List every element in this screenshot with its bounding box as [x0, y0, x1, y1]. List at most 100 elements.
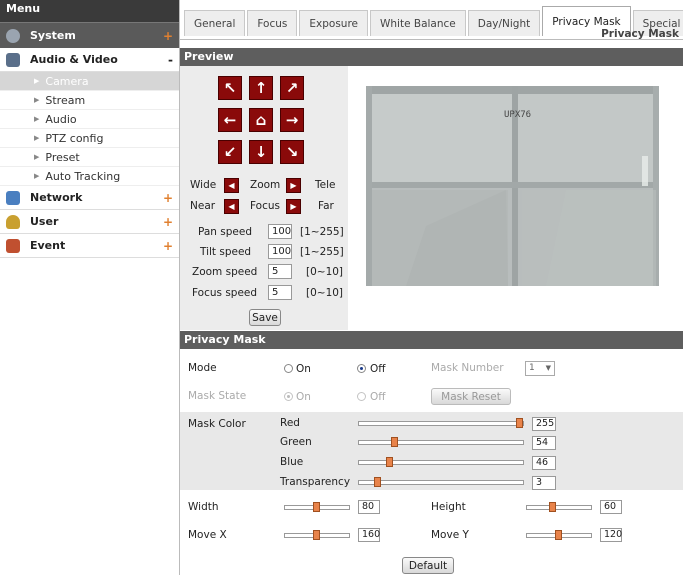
transparency-value-input[interactable]: 3: [532, 476, 556, 490]
expand-icon: +: [162, 190, 173, 205]
move-down-button[interactable]: ↓: [249, 140, 273, 164]
triangle-right-icon: ▶: [34, 134, 40, 142]
tilt-speed-input[interactable]: 100: [268, 244, 292, 259]
focus-speed-input[interactable]: 5: [268, 285, 292, 300]
mask-reset-button[interactable]: Mask Reset: [431, 388, 511, 405]
arrow-left-icon: ←: [223, 110, 237, 129]
sidebar-item-network[interactable]: Network +: [0, 186, 179, 210]
sidebar-subitem-audio[interactable]: ▶ Audio: [0, 110, 179, 129]
focus-far-button[interactable]: ▶: [286, 199, 301, 214]
zoom-tele-button[interactable]: ▶: [286, 178, 301, 193]
transparency-slider[interactable]: [358, 480, 524, 485]
focus-near-button[interactable]: ◀: [224, 199, 239, 214]
move-right-button[interactable]: →: [280, 108, 304, 132]
network-icon: [6, 190, 20, 205]
height-slider-knob[interactable]: [549, 502, 557, 512]
sidebar-item-label: Audio & Video: [30, 53, 118, 66]
sidebar-item-label: Network: [30, 191, 83, 204]
arrow-up-right-icon: ↗: [285, 78, 299, 97]
focus-speed-range: [0~10]: [306, 287, 344, 299]
mask-state-off-radio[interactable]: [357, 392, 366, 401]
tab-day-night[interactable]: Day/Night: [467, 10, 541, 36]
sidebar-item-system[interactable]: System +: [0, 22, 179, 48]
tab-general[interactable]: General: [184, 10, 246, 36]
blue-value-input[interactable]: 46: [532, 456, 556, 470]
mode-on-radio[interactable]: [284, 364, 293, 373]
sidebar-subitem-label: Audio: [45, 112, 77, 126]
red-label: Red: [280, 417, 300, 429]
ptz-control-panel: ↖ ↑ ↗ ← ⌂ → ↙ ↓ ↘ Wide ◀ Zoom ▶ Tele Nea…: [180, 66, 348, 330]
sidebar-subitem-label: Preset: [45, 150, 80, 164]
red-slider-knob[interactable]: [516, 418, 523, 428]
zoom-wide-button[interactable]: ◀: [224, 178, 239, 193]
sidebar-subitem-auto-tracking[interactable]: ▶ Auto Tracking: [0, 167, 179, 186]
sidebar-item-event[interactable]: Event +: [0, 234, 179, 258]
camera-overlay-text: UPX76: [504, 110, 532, 120]
move-x-label: Move X: [188, 529, 227, 541]
height-value-input[interactable]: 60: [600, 500, 622, 514]
mask-number-select[interactable]: 1 ▼: [525, 361, 555, 376]
mask-state-on-radio[interactable]: [284, 392, 293, 401]
expand-icon: +: [162, 238, 173, 253]
arrow-down-icon: ↓: [254, 142, 268, 161]
zoom-speed-input[interactable]: 5: [268, 264, 292, 279]
green-slider-knob[interactable]: [391, 437, 399, 447]
sidebar-subitem-preset[interactable]: ▶ Preset: [0, 148, 179, 167]
move-up-left-button[interactable]: ↖: [218, 76, 242, 100]
sidebar-item-label: Event: [30, 239, 66, 252]
move-down-left-button[interactable]: ↙: [218, 140, 242, 164]
arrow-down-left-icon: ↙: [223, 142, 237, 161]
sidebar-subitem-stream[interactable]: ▶ Stream: [0, 91, 179, 110]
height-label: Height: [431, 501, 466, 513]
tab-exposure[interactable]: Exposure: [299, 10, 368, 36]
blue-slider[interactable]: [358, 460, 524, 465]
tab-white-balance[interactable]: White Balance: [370, 10, 466, 36]
save-button[interactable]: Save: [249, 309, 281, 326]
red-value-input[interactable]: 255: [532, 417, 556, 431]
tab-focus[interactable]: Focus: [247, 10, 298, 36]
default-button[interactable]: Default: [402, 557, 454, 574]
preview-section-header: Preview: [180, 48, 683, 66]
width-slider-knob[interactable]: [313, 502, 320, 512]
arrow-up-icon: ↑: [254, 78, 268, 97]
sidebar-item-audio-video[interactable]: Audio & Video -: [0, 48, 179, 72]
width-value-input[interactable]: 80: [358, 500, 380, 514]
home-button[interactable]: ⌂: [249, 108, 273, 132]
triangle-left-icon: ◀: [228, 181, 235, 190]
width-label: Width: [188, 501, 219, 513]
move-x-slider-knob[interactable]: [313, 530, 320, 540]
pan-speed-input[interactable]: 100: [268, 224, 292, 239]
triangle-left-icon: ◀: [228, 202, 235, 211]
sidebar-item-user[interactable]: User +: [0, 210, 179, 234]
mode-off-radio[interactable]: [357, 364, 366, 373]
arrow-right-icon: →: [285, 110, 299, 129]
sidebar-item-label: System: [30, 29, 76, 42]
sidebar: Menu System + Audio & Video - ▶ Camera ▶ S…: [0, 0, 180, 575]
mask-state-label: Mask State: [188, 390, 247, 402]
sidebar-subitem-camera[interactable]: ▶ Camera: [0, 72, 179, 91]
chevron-down-icon: ▼: [545, 364, 551, 372]
mode-on-label: On: [296, 363, 311, 375]
move-up-right-button[interactable]: ↗: [280, 76, 304, 100]
transparency-label: Transparency: [280, 476, 351, 488]
move-down-right-button[interactable]: ↘: [280, 140, 304, 164]
green-value-input[interactable]: 54: [532, 436, 556, 450]
move-y-label: Move Y: [431, 529, 469, 541]
blue-slider-knob[interactable]: [386, 457, 394, 467]
triangle-right-icon: ▶: [34, 115, 40, 123]
red-slider[interactable]: [358, 421, 524, 426]
move-x-value-input[interactable]: 160: [358, 528, 380, 542]
transparency-slider-knob[interactable]: [373, 477, 381, 487]
sidebar-subitem-ptz-config[interactable]: ▶ PTZ config: [0, 129, 179, 148]
focus-speed-label: Focus speed: [192, 287, 258, 299]
zoom-label: Zoom: [250, 179, 281, 191]
mask-color-label: Mask Color: [188, 418, 246, 430]
move-y-slider-knob[interactable]: [555, 530, 562, 540]
tab-bar: General Focus Exposure White Balance Day…: [180, 0, 683, 40]
move-y-value-input[interactable]: 120: [600, 528, 622, 542]
arrow-up-left-icon: ↖: [223, 78, 237, 97]
green-slider[interactable]: [358, 440, 524, 445]
move-left-button[interactable]: ←: [218, 108, 242, 132]
move-up-button[interactable]: ↑: [249, 76, 273, 100]
height-slider[interactable]: [526, 505, 592, 510]
